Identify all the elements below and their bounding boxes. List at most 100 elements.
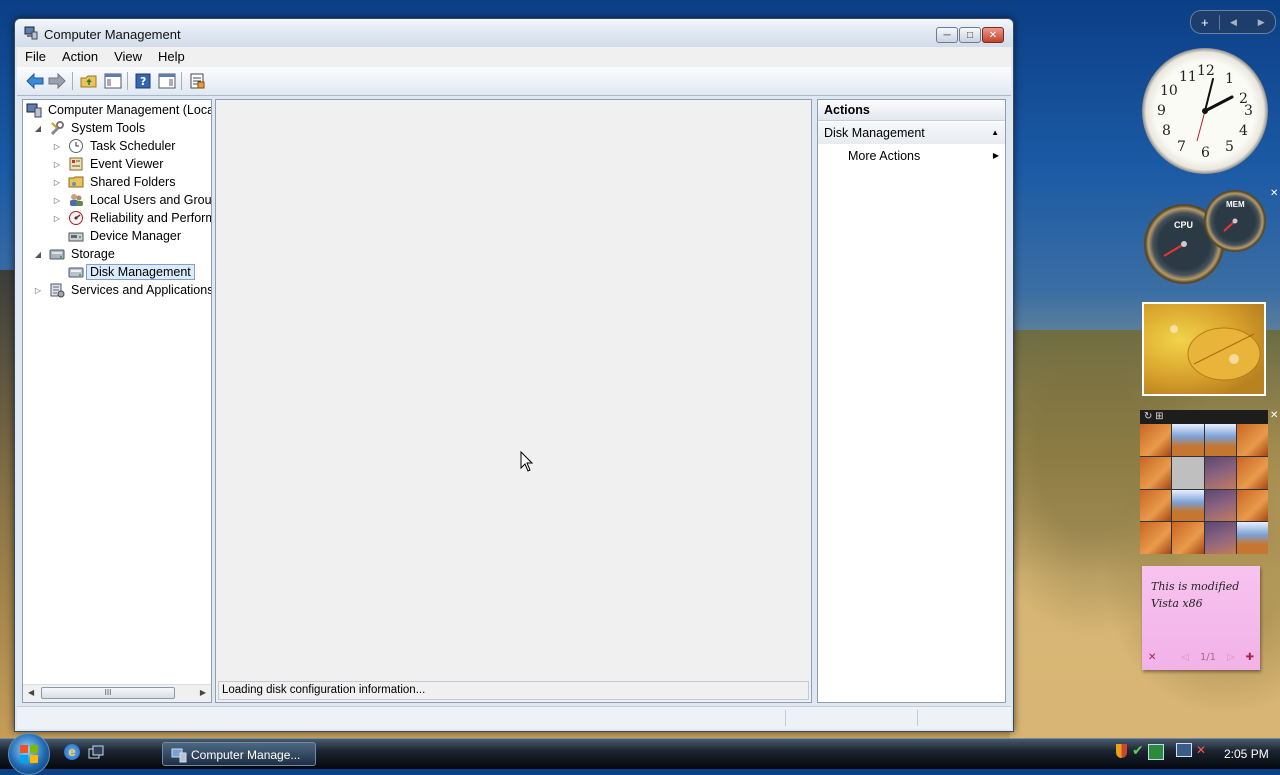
event-viewer-icon <box>68 156 84 172</box>
tree-item-label: Storage <box>71 247 115 261</box>
status-bar <box>17 706 1011 729</box>
collapse-arrow-icon[interactable]: ▲ <box>991 122 999 144</box>
close-button[interactable]: ✕ <box>982 27 1004 43</box>
clock-gadget[interactable]: 12 1 2 3 4 5 6 7 8 9 10 11 <box>1142 48 1268 174</box>
security-shield-icon[interactable] <box>1116 744 1127 758</box>
puzzle-tile[interactable] <box>1204 489 1236 522</box>
puzzle-tile[interactable] <box>1236 522 1268 554</box>
switch-windows-icon[interactable] <box>88 745 104 761</box>
menu-view[interactable]: View <box>106 47 150 67</box>
users-icon <box>68 192 84 208</box>
menu-action[interactable]: Action <box>54 47 106 67</box>
expanded-arrow-icon[interactable]: ◢ <box>33 123 43 133</box>
slideshow-gadget[interactable] <box>1142 302 1266 396</box>
up-level-button[interactable] <box>79 71 99 91</box>
tree-horizontal-scrollbar[interactable]: ◀ III ▶ <box>23 684 211 702</box>
scroll-thumb[interactable]: III <box>41 687 175 699</box>
puzzle-tile[interactable] <box>1204 456 1236 489</box>
puzzle-empty-tile[interactable] <box>1172 456 1204 489</box>
close-gadget-icon[interactable]: ✕ <box>1270 188 1278 199</box>
properties-button[interactable] <box>187 71 207 91</box>
network-icon[interactable] <box>1176 743 1192 757</box>
checkmark-icon[interactable]: ✔ <box>1132 742 1144 759</box>
help-button[interactable]: ? <box>133 71 153 91</box>
show-hide-action-pane-button[interactable] <box>157 71 177 91</box>
tree-item-shared-folders[interactable]: ▷ Shared Folders <box>52 173 176 191</box>
puzzle-tile[interactable] <box>1172 489 1204 522</box>
menu-help[interactable]: Help <box>150 47 193 67</box>
loading-status: Loading disk configuration information..… <box>218 681 809 700</box>
forward-button[interactable] <box>47 71 67 91</box>
next-note-icon[interactable]: ▷ <box>1227 652 1235 663</box>
puzzle-tile[interactable] <box>1236 456 1268 489</box>
sidebar-prev-button[interactable]: ◀ <box>1220 17 1248 28</box>
puzzle-tile[interactable] <box>1172 424 1204 456</box>
puzzle-tile[interactable] <box>1140 456 1172 489</box>
add-note-icon[interactable]: ✚ <box>1246 652 1254 663</box>
expanded-arrow-icon[interactable]: ◢ <box>33 249 43 259</box>
delete-note-icon[interactable]: ✕ <box>1148 652 1156 663</box>
tools-icon <box>49 120 65 136</box>
notes-gadget[interactable]: This is modified Vista x86 ✕ ◁ 1/1 ▷ ✚ <box>1142 566 1260 670</box>
tree-item-task-scheduler[interactable]: ▷ Task Scheduler <box>52 137 175 155</box>
spreadsheet-icon[interactable] <box>1148 744 1164 760</box>
sidebar-next-button[interactable]: ▶ <box>1247 17 1275 28</box>
tree-item-reliability-and-performance[interactable]: ▷ Reliability and Performance <box>52 209 211 227</box>
collapsed-arrow-icon[interactable]: ▷ <box>52 159 62 169</box>
puzzle-tile[interactable] <box>1236 489 1268 522</box>
add-gadget-button[interactable]: + <box>1191 14 1220 30</box>
scroll-right-icon[interactable]: ▶ <box>200 688 206 697</box>
tree-item-storage[interactable]: ◢ Storage <box>33 245 115 263</box>
collapsed-arrow-icon[interactable]: ▷ <box>52 213 62 223</box>
back-button[interactable] <box>25 71 45 91</box>
prev-note-icon[interactable]: ◁ <box>1181 652 1189 663</box>
collapsed-arrow-icon[interactable]: ▷ <box>52 141 62 151</box>
menu-file[interactable]: File <box>17 47 54 67</box>
maximize-button[interactable]: □ <box>959 27 981 43</box>
scroll-grip-icon: III <box>104 688 112 697</box>
collapsed-arrow-icon[interactable]: ▷ <box>33 285 43 295</box>
actions-section-disk-management[interactable]: Disk Management ▲ <box>818 122 1005 144</box>
tree-item-label: Event Viewer <box>90 157 164 171</box>
close-gadget-icon[interactable]: ✕ <box>1270 410 1278 421</box>
up-folder-icon <box>80 75 97 88</box>
internet-explorer-icon[interactable]: e <box>64 744 80 760</box>
puzzle-tile[interactable] <box>1204 424 1236 456</box>
results-pane[interactable]: Loading disk configuration information..… <box>215 99 812 703</box>
tree-item-disk-management[interactable]: Disk Management <box>68 263 195 281</box>
tree-item-services-and-applications[interactable]: ▷ Services and Applications <box>33 281 211 299</box>
computer-management-icon <box>171 748 187 763</box>
close-icon: ✕ <box>988 29 998 41</box>
puzzle-tile[interactable] <box>1204 522 1236 554</box>
puzzle-tile[interactable] <box>1140 522 1172 554</box>
puzzle-tools-icon[interactable]: ↻ ⊞ <box>1144 411 1164 422</box>
tree-item-device-manager[interactable]: Device Manager <box>68 227 181 245</box>
tree-item-system-tools[interactable]: ◢ System Tools <box>33 119 145 137</box>
show-hide-console-tree-button[interactable] <box>103 71 123 91</box>
picture-puzzle-gadget[interactable]: ↻ ⊞ <box>1140 410 1268 554</box>
puzzle-tile[interactable] <box>1172 522 1204 554</box>
minimize-button[interactable]: ─ <box>936 27 958 43</box>
note-text[interactable]: This is modified Vista x86 <box>1151 578 1251 612</box>
tree-item-label: Reliability and Performance <box>90 211 211 225</box>
taskbar: e Computer Manage... ✔ ✕ 2:05 PM <box>0 733 1280 775</box>
more-actions-item[interactable]: More Actions ▶ <box>818 146 1005 166</box>
start-button[interactable] <box>8 733 50 775</box>
collapsed-arrow-icon[interactable]: ▷ <box>52 177 62 187</box>
clock-time[interactable]: 2:05 PM <box>1224 747 1269 761</box>
volume-muted-icon[interactable]: ✕ <box>1196 743 1206 757</box>
collapsed-arrow-icon[interactable]: ▷ <box>52 195 62 205</box>
tree-item-event-viewer[interactable]: ▷ Event Viewer <box>52 155 164 173</box>
actions-section-label: Disk Management <box>824 126 925 140</box>
puzzle-tile[interactable] <box>1140 424 1172 456</box>
taskbar-button-computer-management[interactable]: Computer Manage... <box>162 742 316 766</box>
puzzle-tile[interactable] <box>1236 424 1268 456</box>
tree-item-root[interactable]: Computer Management (Local) <box>26 101 211 119</box>
puzzle-tile[interactable] <box>1140 489 1172 522</box>
tree-item-local-users-and-groups[interactable]: ▷ Local Users and Groups <box>52 191 211 209</box>
title-bar[interactable]: Computer Management ─ □ ✕ <box>15 19 1013 47</box>
note-page-indicator: 1/1 <box>1199 651 1217 663</box>
memory-gauge[interactable]: MEM <box>1204 190 1266 252</box>
computer-management-icon <box>26 102 42 118</box>
scroll-left-icon[interactable]: ◀ <box>28 688 34 697</box>
